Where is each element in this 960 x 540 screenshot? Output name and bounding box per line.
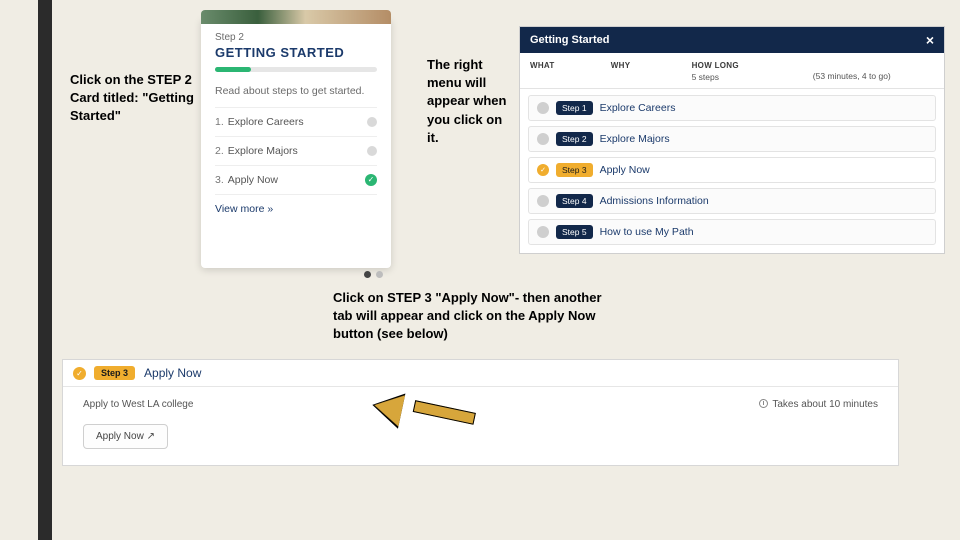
card-hero-image [201,10,391,24]
status-dot-grey [537,133,549,145]
status-dot-grey [537,102,549,114]
status-dot-amber [537,164,549,176]
step-badge: Step 1 [556,101,593,115]
card-view-more-link[interactable]: View more » [215,194,377,217]
card-step-row[interactable]: 3.Apply Now [215,165,377,194]
panel-step-row[interactable]: Step 4 Admissions Information [528,188,936,214]
meta-what-label: WHAT [530,61,611,70]
panel-step-row[interactable]: Step 1 Explore Careers [528,95,936,121]
caption-right-menu: The right menu will appear when you clic… [427,56,517,147]
status-dot-grey [367,146,377,156]
apply-duration: Takes about 10 minutes [759,399,878,410]
step-badge: Step 5 [556,225,593,239]
step-badge: Step 3 [94,366,135,380]
panel-step-row[interactable]: Step 5 How to use My Path [528,219,936,245]
step-title: Apply Now [144,366,201,380]
card-step-list: 1.Explore Careers 2.Explore Majors 3.App… [215,107,377,217]
caption-step2-card: Click on the STEP 2 Card titled: "Gettin… [70,71,200,126]
step-title: Apply Now [600,164,650,176]
status-dot-green [365,174,377,186]
status-dot-grey [537,226,549,238]
step-badge: Step 4 [556,194,593,208]
meta-howlong-label: HOW LONG [692,61,813,70]
meta-why-label: WHY [611,61,692,70]
step-badge: Step 3 [556,163,593,177]
apply-line: Apply to West LA college [83,399,193,410]
meta-howlong-value: 5 steps [692,72,813,82]
step-title: Admissions Information [600,195,709,207]
status-dot-amber [73,367,86,380]
status-dot-grey [367,117,377,127]
panel-meta-row: WHAT WHY HOW LONG 5 steps (53 minutes, 4… [520,53,944,86]
panel-step-row-active[interactable]: Step 3 Apply Now [528,157,936,183]
step-title: How to use My Path [600,226,694,238]
card-step-label: Step 2 [215,32,377,43]
close-icon[interactable]: × [926,33,934,47]
card-description: Read about steps to get started. [215,84,377,99]
card-progress [215,67,377,72]
slide-accent-bar [38,0,52,540]
panel-header: Getting Started × [520,27,944,53]
getting-started-card[interactable]: Step 2 GETTING STARTED Read about steps … [201,18,391,268]
step-badge: Step 2 [556,132,593,146]
panel-step-row[interactable]: Step 2 Explore Majors [528,126,936,152]
meta-time-value: (53 minutes, 4 to go) [813,71,934,81]
step-title: Explore Majors [600,133,670,145]
apply-now-header[interactable]: Step 3 Apply Now [63,360,898,387]
clock-icon [759,399,768,408]
card-title: GETTING STARTED [215,45,377,60]
status-dot-grey [537,195,549,207]
card-step-row[interactable]: 1.Explore Careers [215,107,377,136]
card-step-row[interactable]: 2.Explore Majors [215,136,377,165]
apply-now-expanded: Step 3 Apply Now Apply to West LA colleg… [62,359,899,466]
getting-started-panel: Getting Started × WHAT WHY HOW LONG 5 st… [519,26,945,254]
carousel-dots[interactable] [364,271,383,278]
apply-now-button[interactable]: Apply Now ↗ [83,424,168,449]
step-title: Explore Careers [600,102,676,114]
panel-title: Getting Started [530,34,609,46]
caption-step3-apply: Click on STEP 3 "Apply Now"- then anothe… [333,289,603,344]
